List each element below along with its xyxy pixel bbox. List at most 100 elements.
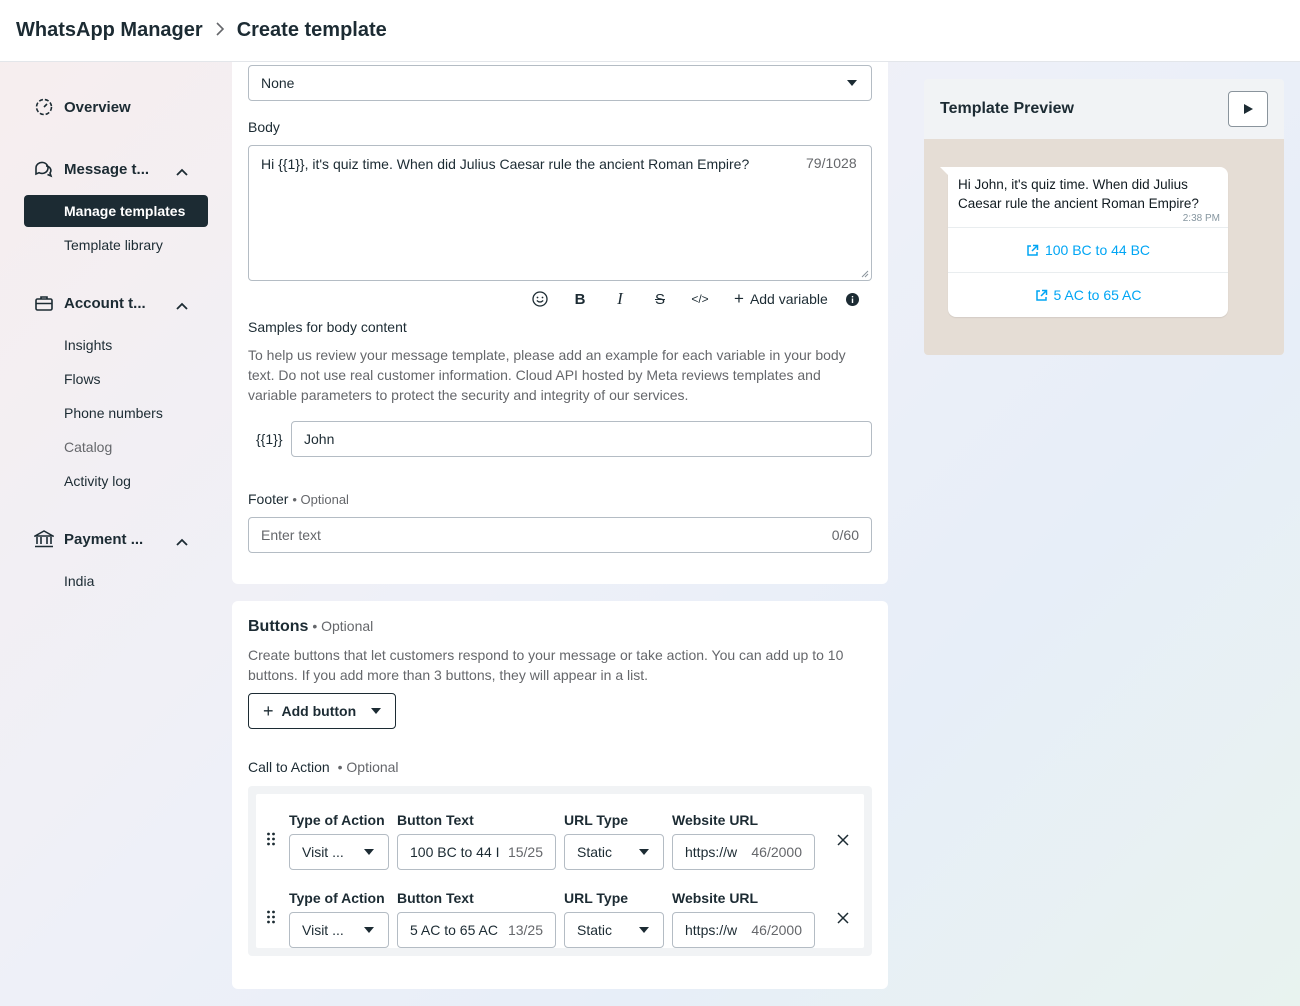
caret-down-icon: [371, 708, 381, 714]
add-variable-label: Add variable: [749, 291, 828, 307]
briefcase-icon: [34, 293, 54, 313]
sidebar-group-payment-methods[interactable]: Payment ...: [24, 523, 208, 555]
message-time: 2:38 PM: [1182, 213, 1220, 224]
plus-icon: +: [734, 289, 744, 308]
cta-label: Call to Action • Optional: [248, 759, 399, 775]
url-type-select[interactable]: Static: [564, 834, 664, 870]
sidebar-group-account-tools[interactable]: Account t...: [24, 287, 208, 319]
close-icon[interactable]: [837, 833, 849, 851]
body-label: Body: [248, 119, 280, 135]
sidebar-item-activity-log[interactable]: Activity log: [24, 465, 208, 497]
strikethrough-icon[interactable]: S: [640, 288, 680, 310]
variable-sample-input[interactable]: John: [291, 421, 872, 457]
play-icon: [1244, 104, 1253, 114]
website-url-input[interactable]: https://w 46/2000: [672, 912, 815, 948]
add-variable-button[interactable]: + Add variable: [720, 288, 828, 310]
sidebar-item-label: Overview: [64, 98, 131, 116]
chevron-up-icon[interactable]: [176, 533, 188, 550]
url-type-value: Static: [577, 844, 613, 860]
play-button[interactable]: [1228, 91, 1268, 127]
app-title[interactable]: WhatsApp Manager: [16, 19, 203, 42]
samples-help: To help us review your message template,…: [248, 347, 846, 403]
sidebar-item-catalog[interactable]: Catalog: [24, 431, 208, 463]
sidebar-item-india[interactable]: India: [24, 565, 208, 597]
chevron-up-icon[interactable]: [176, 163, 188, 180]
gauge-icon: [34, 97, 54, 117]
external-link-icon: [1027, 244, 1039, 256]
action-type-value: Visit ...: [302, 844, 344, 860]
preview-cta-button[interactable]: 100 BC to 44 BC: [948, 227, 1228, 272]
website-url-value: https://w: [685, 922, 738, 938]
samples-label: Samples for body content: [248, 319, 407, 335]
sidebar-group-message-templates[interactable]: Message t...: [24, 153, 208, 185]
preview-cta-label: 100 BC to 44 BC: [1044, 242, 1151, 258]
body-format-toolbar: B I S </> + Add variable: [520, 288, 870, 310]
caret-down-icon: [847, 80, 857, 86]
sidebar-item-insights[interactable]: Insights: [24, 329, 208, 361]
sidebar-item-template-library[interactable]: Template library: [24, 229, 208, 261]
footer-label: Footer • Optional: [248, 491, 349, 507]
emoji-icon[interactable]: [520, 288, 560, 310]
variable-sample-value: John: [304, 431, 335, 447]
url-type-value: Static: [577, 922, 613, 938]
sidebar-item-manage-templates[interactable]: Manage templates: [24, 195, 208, 227]
header-type-select[interactable]: None: [248, 65, 872, 101]
select-value: None: [261, 75, 295, 91]
chevron-up-icon[interactable]: [176, 297, 188, 314]
message-text: Hi John, it's quiz time. When did Julius…: [958, 177, 1199, 211]
col-type-of-action: Type of Action: [289, 890, 385, 906]
cta-list: Type of Action Button Text URL Type Webs…: [256, 794, 864, 948]
external-link-icon: [1035, 289, 1047, 301]
breadcrumb-separator: [215, 20, 225, 41]
drag-handle-icon[interactable]: [266, 910, 276, 929]
action-type-value: Visit ...: [302, 922, 344, 938]
footer-input[interactable]: Enter text 0/60: [248, 517, 872, 553]
col-website-url: Website URL: [672, 890, 759, 906]
caret-down-icon: [364, 849, 374, 855]
website-url-counter: 46/2000: [747, 844, 802, 860]
button-text-input[interactable]: 100 BC to 44 I 15/25: [397, 834, 556, 870]
url-type-select[interactable]: Static: [564, 912, 664, 948]
caret-down-icon: [639, 849, 649, 855]
button-text-input[interactable]: 5 AC to 65 AC 13/25: [397, 912, 556, 948]
col-button-text: Button Text: [397, 812, 474, 828]
footer-optional: • Optional: [292, 492, 349, 507]
buttons-optional: • Optional: [312, 618, 374, 634]
bank-icon: [34, 529, 54, 549]
body-text: Hi {{1}}, it's quiz time. When did Juliu…: [261, 156, 750, 172]
chat-bubbles-icon: [34, 159, 54, 179]
close-icon[interactable]: [837, 911, 849, 929]
buttons-heading: Buttons • Optional: [248, 618, 373, 636]
info-icon[interactable]: [836, 288, 870, 310]
cta-panel: Type of Action Button Text URL Type Webs…: [248, 786, 872, 956]
sidebar-group-label: Payment ...: [64, 530, 144, 548]
action-type-select[interactable]: Visit ...: [289, 912, 389, 948]
sidebar-item-flows[interactable]: Flows: [24, 363, 208, 395]
body-counter: 79/1028: [806, 155, 857, 171]
bold-icon[interactable]: B: [560, 288, 600, 310]
website-url-counter: 46/2000: [747, 922, 802, 938]
website-url-input[interactable]: https://w 46/2000: [672, 834, 815, 870]
col-url-type: URL Type: [564, 890, 629, 906]
preview-cta-label: 5 AC to 65 AC: [1053, 287, 1142, 303]
add-button-dropdown[interactable]: + Add button: [248, 693, 396, 729]
drag-handle-icon[interactable]: [266, 832, 276, 851]
col-url-type: URL Type: [564, 812, 629, 828]
website-url-value: https://w: [685, 844, 738, 860]
footer-placeholder: Enter text: [261, 527, 321, 543]
preview-cta-button[interactable]: 5 AC to 65 AC: [948, 272, 1228, 317]
body-textarea[interactable]: Hi {{1}}, it's quiz time. When did Juliu…: [248, 145, 872, 281]
code-icon[interactable]: </>: [680, 288, 720, 310]
resize-handle-icon[interactable]: [861, 270, 869, 278]
chat-background: Hi John, it's quiz time. When did Julius…: [924, 139, 1284, 355]
italic-icon[interactable]: I: [600, 288, 640, 310]
sidebar-item-overview[interactable]: Overview: [24, 91, 208, 123]
plus-icon: +: [263, 700, 274, 721]
action-type-select[interactable]: Visit ...: [289, 834, 389, 870]
add-button-label: Add button: [281, 703, 357, 719]
sidebar-item-phone-numbers[interactable]: Phone numbers: [24, 397, 208, 429]
template-preview-panel: Template Preview Hi John, it's quiz time…: [924, 79, 1284, 355]
variable-label: {{1}}: [256, 431, 283, 447]
page-title: Create template: [236, 19, 387, 41]
button-text-value: 5 AC to 65 AC: [410, 922, 498, 938]
